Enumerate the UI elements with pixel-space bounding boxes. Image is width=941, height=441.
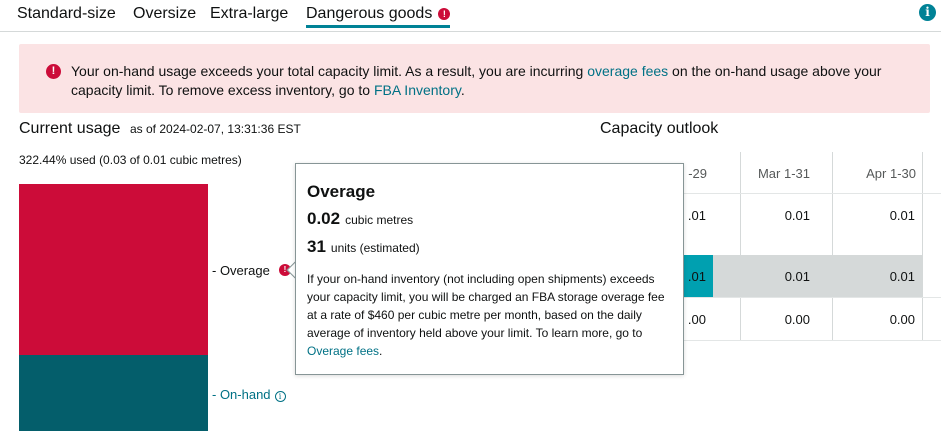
onhand-bar: [19, 355, 208, 431]
onhand-label-text: - On-hand: [212, 387, 271, 402]
capacity-outlook-title: Capacity outlook: [600, 120, 719, 137]
current-usage-title: Current usage: [19, 120, 121, 137]
overage-fees-link[interactable]: overage fees: [587, 63, 668, 79]
volume-unit: cubic metres: [345, 213, 414, 227]
error-icon: !: [46, 64, 61, 79]
table-cell: 0.01: [784, 208, 810, 223]
tab-extra-large[interactable]: Extra-large: [210, 5, 288, 23]
column-divider: [740, 152, 741, 341]
table-cell: 0.00: [889, 312, 915, 327]
info-icon[interactable]: i: [919, 4, 936, 21]
current-usage-timestamp: as of 2024-02-07, 13:31:36 EST: [130, 122, 301, 136]
overage-label: - Overage: [212, 263, 270, 278]
overage-popover: Overage 0.02 cubic metres 31 units (estima…: [295, 163, 684, 375]
popover-units: 31 units (estimated): [307, 237, 420, 257]
info-icon[interactable]: i: [274, 391, 286, 402]
column-divider: [922, 152, 923, 341]
units-label: units (estimated): [330, 241, 420, 255]
table-cell: 0.01: [889, 208, 915, 223]
onhand-label[interactable]: - On-hand i: [212, 387, 286, 402]
tab-bar: Standard-size Oversize Extra-large Dange…: [0, 0, 941, 32]
table-cell: 0.01: [784, 269, 810, 284]
popover-title: Overage: [307, 182, 376, 201]
column-header: -29: [688, 166, 707, 181]
tab-dangerous-goods-label: Dangerous goods: [306, 5, 433, 22]
overage-fees-popover-link[interactable]: Overage fees: [307, 344, 379, 358]
usage-summary: 322.44% used (0.03 of 0.01 cubic metres): [19, 153, 242, 167]
popover-description-end: .: [379, 344, 383, 358]
overage-bar: [19, 184, 208, 355]
table-cell: 0.01: [889, 269, 915, 284]
popover-volume: 0.02 cubic metres: [307, 209, 413, 229]
popover-description-text: If your on-hand inventory (not including…: [307, 272, 665, 340]
tab-standard-size[interactable]: Standard-size: [17, 5, 116, 23]
alert-text-part: .: [460, 82, 465, 98]
alert-message: Your on-hand usage exceeds your total ca…: [71, 62, 911, 100]
popover-description: If your on-hand inventory (not including…: [307, 270, 669, 360]
column-divider: [832, 152, 833, 341]
tab-oversize[interactable]: Oversize: [133, 5, 196, 23]
alert-text-part: Your on-hand usage exceeds your total ca…: [71, 63, 588, 79]
table-cell: 0.00: [784, 312, 810, 327]
volume-value: 0.02: [307, 209, 341, 228]
column-header: Apr 1-30: [866, 166, 916, 181]
units-value: 31: [307, 237, 326, 256]
column-header: Mar 1-31: [757, 166, 810, 181]
fba-inventory-link[interactable]: FBA Inventory: [374, 82, 461, 98]
capacity-alert-banner: ! Your on-hand usage exceeds your total …: [19, 44, 930, 113]
alert-icon: !: [438, 8, 451, 20]
tab-dangerous-goods[interactable]: Dangerous goods!: [306, 5, 451, 28]
